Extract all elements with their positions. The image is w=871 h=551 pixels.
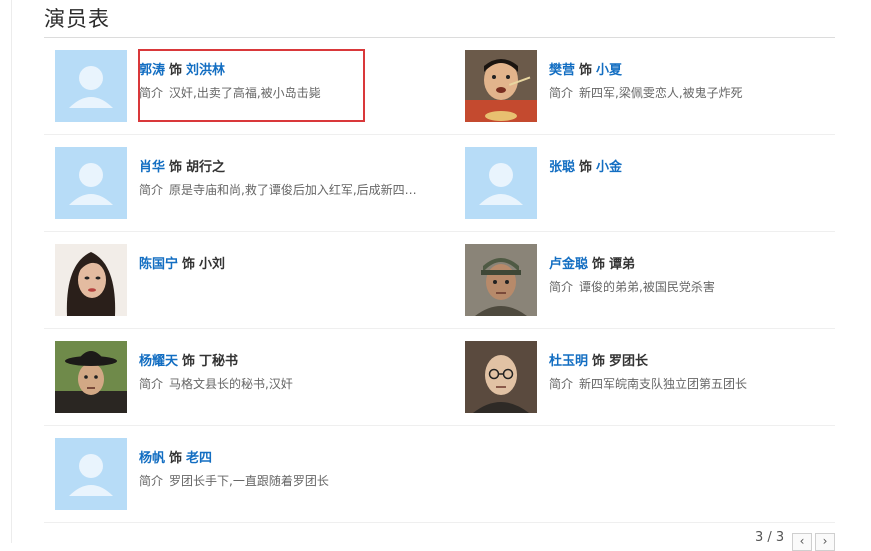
- role-description: 简介 新四军,梁佩雯恋人,被鬼子炸死: [549, 84, 743, 101]
- cast-card: 张聪饰小金: [465, 147, 845, 227]
- row-divider: [44, 425, 835, 426]
- desc-label: 简介: [549, 86, 574, 100]
- actor-photo[interactable]: [55, 147, 127, 219]
- cast-name-line: 卢金聪饰谭弟: [549, 253, 635, 272]
- actor-photo[interactable]: [55, 244, 127, 316]
- actor-photo[interactable]: [465, 341, 537, 413]
- cast-card: 杨耀天饰丁秘书 简介 马格文县长的秘书,汉奸: [55, 341, 435, 421]
- actor-photo[interactable]: [55, 341, 127, 413]
- cast-card: 杜玉明饰罗团长 简介 新四军皖南支队独立团第五团长: [465, 341, 845, 421]
- placeholder-avatar-icon: [55, 438, 127, 510]
- role-name-link[interactable]: 小夏: [596, 63, 622, 78]
- desc-label: 简介: [549, 377, 574, 391]
- row-divider: [44, 231, 835, 232]
- role-name: 小刘: [199, 257, 226, 272]
- cast-name-line: 肖华饰胡行之: [139, 156, 225, 175]
- cast-card: 杨帆饰老四 简介 罗团长手下,一直跟随着罗团长: [55, 438, 435, 518]
- plays-word: 饰: [579, 63, 593, 78]
- cast-card: 卢金聪饰谭弟 简介 谭俊的弟弟,被国民党杀害: [465, 244, 845, 324]
- highlight-annotation-box: [138, 49, 365, 122]
- role-description: 简介 新四军皖南支队独立团第五团长: [549, 375, 747, 392]
- row-divider: [44, 328, 835, 329]
- role-name: 胡行之: [186, 160, 226, 175]
- role-name: 谭弟: [609, 257, 636, 272]
- desc-text: 原是寺庙和尚,救了谭俊后加入红军,后成新四…: [169, 183, 417, 197]
- cast-name-line: 张聪饰小金: [549, 156, 622, 175]
- man-in-cap-icon: [465, 244, 537, 316]
- actor-photo[interactable]: [465, 244, 537, 316]
- cast-name-line: 杜玉明饰罗团长: [549, 350, 648, 369]
- desc-label: 简介: [139, 183, 164, 197]
- row-divider: [44, 522, 835, 523]
- chevron-right-icon: ›: [822, 534, 828, 548]
- actor-photo[interactable]: [55, 438, 127, 510]
- actor-photo[interactable]: [465, 50, 537, 122]
- actor-name-link[interactable]: 陈国宁: [139, 257, 178, 272]
- actor-name-link[interactable]: 张聪: [549, 160, 575, 175]
- desc-label: 简介: [139, 377, 164, 391]
- section-title: 演员表: [44, 7, 110, 31]
- title-divider: [44, 37, 835, 38]
- man-in-hat-icon: [55, 341, 127, 413]
- next-page-button[interactable]: ›: [815, 533, 835, 551]
- actor-name-link[interactable]: 杨耀天: [139, 354, 178, 369]
- desc-text: 马格文县长的秘书,汉奸: [169, 377, 293, 391]
- man-eating-noodles-icon: [465, 50, 537, 122]
- prev-page-button[interactable]: ‹: [792, 533, 812, 551]
- bald-man-glasses-icon: [465, 341, 537, 413]
- desc-text: 谭俊的弟弟,被国民党杀害: [579, 280, 715, 294]
- cast-name-line: 杨耀天饰丁秘书: [139, 350, 238, 369]
- role-description: 简介 罗团长手下,一直跟随着罗团长: [139, 472, 329, 489]
- actor-name-link[interactable]: 肖华: [139, 160, 165, 175]
- cast-card: 陈国宁饰小刘: [55, 244, 435, 324]
- plays-word: 饰: [169, 451, 183, 466]
- role-description: 简介 马格文县长的秘书,汉奸: [139, 375, 293, 392]
- plays-word: 饰: [592, 354, 606, 369]
- placeholder-avatar-icon: [55, 50, 127, 122]
- role-description: 简介 原是寺庙和尚,救了谭俊后加入红军,后成新四…: [139, 181, 417, 198]
- plays-word: 饰: [169, 160, 183, 175]
- cast-card: 樊营饰小夏 简介 新四军,梁佩雯恋人,被鬼子炸死: [465, 50, 845, 130]
- cast-name-line: 杨帆饰老四: [139, 447, 212, 466]
- role-name-link[interactable]: 小金: [596, 160, 622, 175]
- desc-text: 新四军皖南支队独立团第五团长: [579, 377, 748, 391]
- plays-word: 饰: [182, 257, 196, 272]
- desc-label: 简介: [549, 280, 574, 294]
- role-name: 丁秘书: [199, 354, 239, 369]
- plays-word: 饰: [592, 257, 606, 272]
- role-name: 罗团长: [609, 354, 649, 369]
- plays-word: 饰: [579, 160, 593, 175]
- actor-name-link[interactable]: 杨帆: [139, 451, 165, 466]
- actor-name-link[interactable]: 樊营: [549, 63, 575, 78]
- actor-name-link[interactable]: 卢金聪: [549, 257, 588, 272]
- placeholder-avatar-icon: [55, 147, 127, 219]
- role-description: 简介 谭俊的弟弟,被国民党杀害: [549, 278, 715, 295]
- chevron-left-icon: ‹: [799, 534, 805, 548]
- row-divider: [44, 134, 835, 135]
- cast-card: 肖华饰胡行之 简介 原是寺庙和尚,救了谭俊后加入红军,后成新四…: [55, 147, 435, 227]
- plays-word: 饰: [182, 354, 196, 369]
- actor-photo[interactable]: [465, 147, 537, 219]
- role-name-link[interactable]: 老四: [186, 451, 212, 466]
- woman-portrait-icon: [55, 244, 127, 316]
- cast-name-line: 陈国宁饰小刘: [139, 253, 225, 272]
- page-left-border: [11, 0, 12, 543]
- desc-text: 罗团长手下,一直跟随着罗团长: [169, 474, 329, 488]
- desc-label: 简介: [139, 474, 164, 488]
- actor-name-link[interactable]: 杜玉明: [549, 354, 588, 369]
- placeholder-avatar-icon: [465, 147, 537, 219]
- desc-text: 新四军,梁佩雯恋人,被鬼子炸死: [579, 86, 743, 100]
- actor-photo[interactable]: [55, 50, 127, 122]
- cast-name-line: 樊营饰小夏: [549, 59, 622, 78]
